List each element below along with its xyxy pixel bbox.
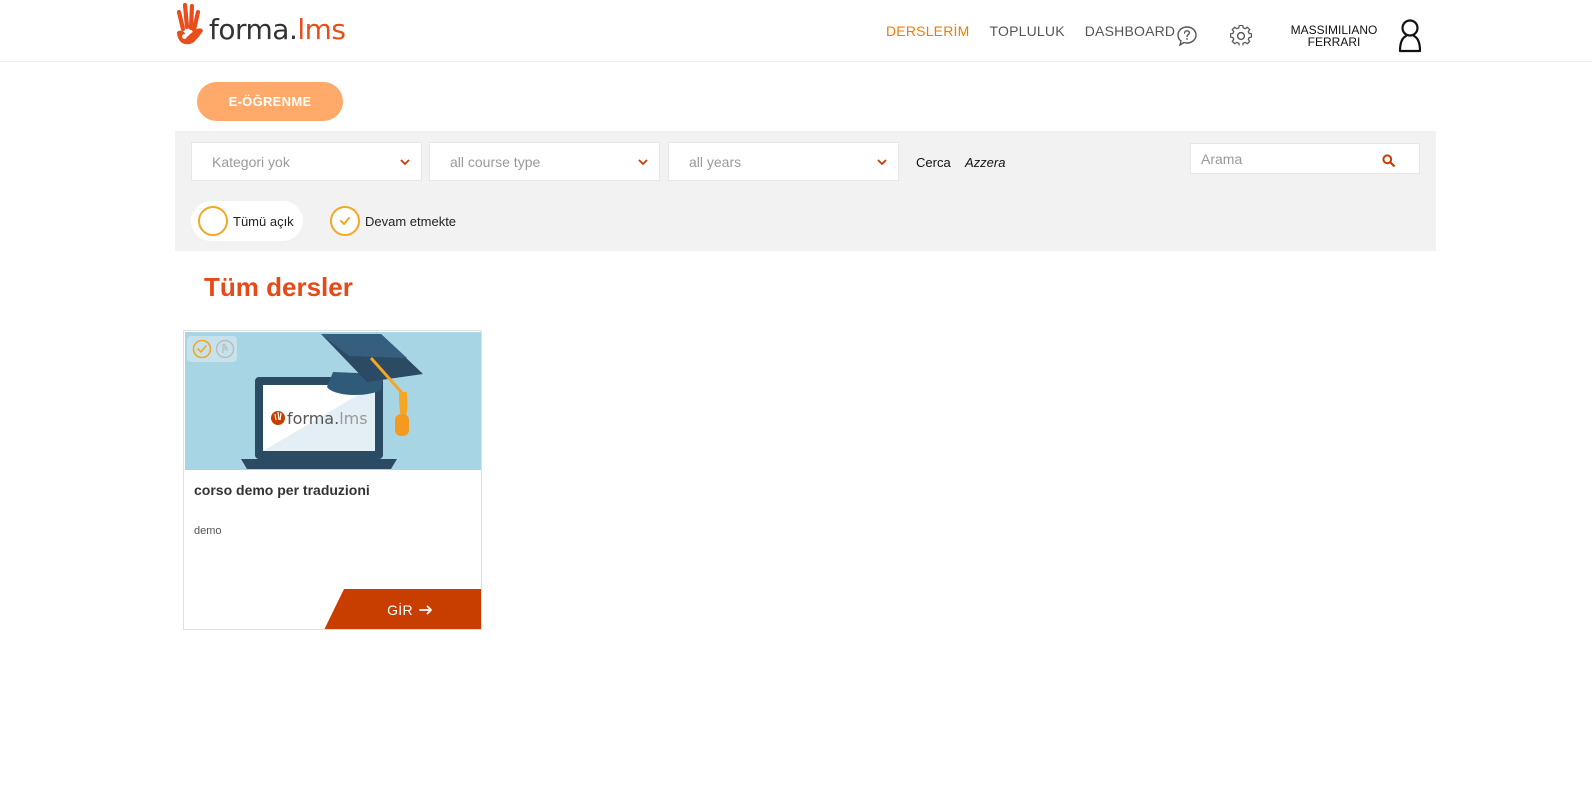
filter-in-progress[interactable]: Devam etmekte (323, 201, 473, 241)
help-icon[interactable] (1176, 25, 1198, 47)
course-type-select-value: all course type (450, 153, 541, 170)
search-link[interactable]: Cerca (916, 155, 951, 170)
chevron-down-icon (400, 159, 410, 166)
gear-icon[interactable] (1230, 25, 1252, 47)
filter-panel: Kategori yok all course type all years C… (175, 131, 1436, 251)
category-select-value: Kategori yok (212, 153, 290, 170)
chevron-down-icon (877, 159, 887, 166)
filter-all-open[interactable]: Tümü açık (191, 201, 303, 241)
course-title[interactable]: corso demo per traduzioni (194, 482, 370, 498)
nav-derslerim[interactable]: DERSLERİM (886, 23, 969, 39)
page-title: Tüm dersler (204, 272, 353, 302)
hand-logo-icon (176, 2, 203, 45)
chevron-down-icon (638, 159, 648, 166)
course-category: demo (194, 525, 222, 537)
main-nav: DERSLERİM TOPLULUK DASHBOARD (886, 0, 1195, 62)
nav-topluluk[interactable]: TOPLULUK (989, 23, 1064, 39)
reset-link[interactable]: Azzera (965, 155, 1005, 170)
filter-in-progress-label: Devam etmekte (365, 213, 457, 229)
user-name[interactable]: MASSIMILIANO FERRARI (1290, 24, 1378, 48)
radio-circle-icon (198, 206, 228, 236)
course-type-select[interactable]: all course type (429, 142, 660, 181)
forma-lms-logo[interactable]: forma.lms (174, 2, 346, 46)
elearning-tab-button[interactable]: E-ÖĞRENME (197, 82, 343, 121)
category-select[interactable]: Kategori yok (191, 142, 422, 181)
course-type-icon (215, 339, 235, 359)
course-card[interactable]: forma.lms corso demo per traduzioni demo… (183, 330, 482, 630)
nav-dashboard[interactable]: DASHBOARD (1085, 23, 1175, 39)
years-select[interactable]: all years (668, 142, 899, 181)
course-thumbnail: forma.lms (185, 332, 481, 470)
search-box (1190, 143, 1420, 174)
search-icon[interactable] (1382, 154, 1395, 167)
completed-check-icon (192, 339, 212, 359)
filter-all-open-label: Tümü açık (233, 213, 294, 229)
search-input[interactable] (1191, 144, 1381, 173)
check-circle-icon (330, 206, 360, 236)
years-select-value: all years (689, 153, 742, 170)
enter-course-label: GİR (387, 601, 413, 618)
top-header: forma.lms DERSLERİM TOPLULUK DASHBOARD M… (0, 0, 1592, 62)
enter-course-button[interactable]: GİR (324, 589, 481, 629)
arrow-right-icon (418, 605, 432, 614)
user-avatar-icon[interactable] (1396, 18, 1424, 54)
logo-text: forma.lms (209, 13, 346, 46)
svg-text:forma.lms: forma.lms (287, 409, 368, 428)
